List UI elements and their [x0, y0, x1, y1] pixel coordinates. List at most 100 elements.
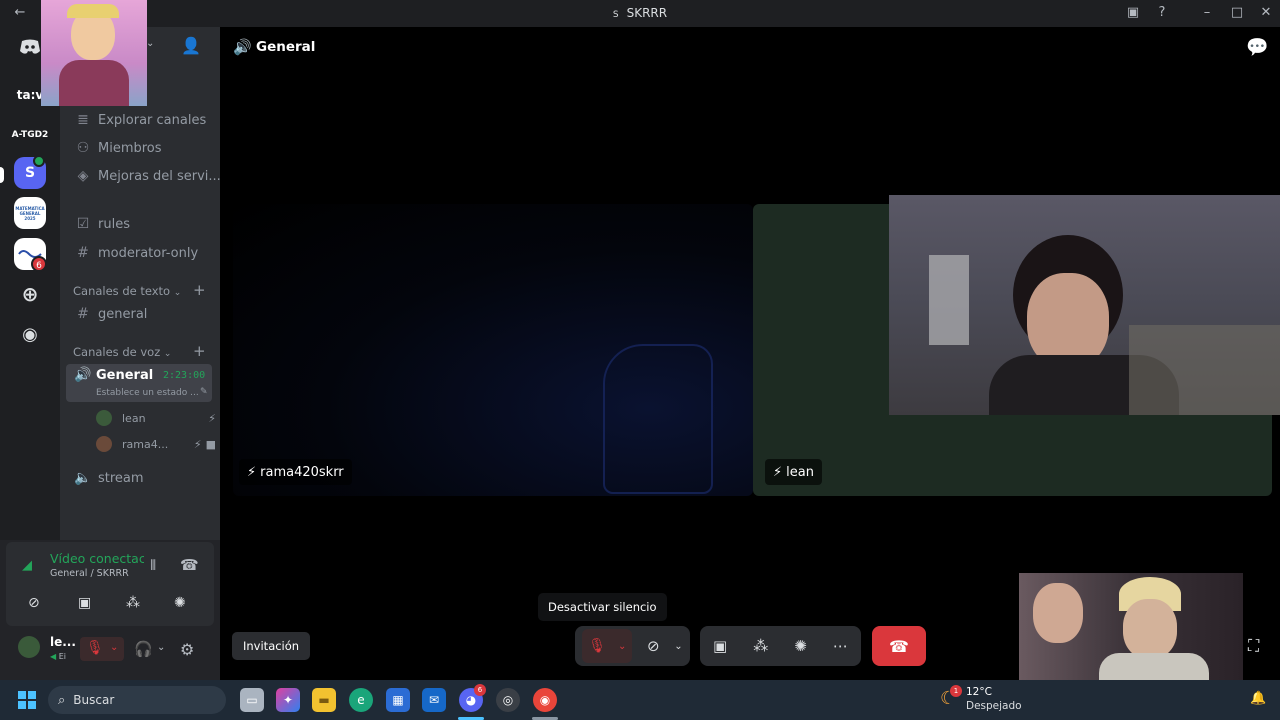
disconnect-icon[interactable]: ☎ [180, 556, 199, 574]
speaker-small-icon: ◀ [50, 652, 57, 661]
hangup-icon: ☎ [889, 636, 909, 656]
activities-icon[interactable]: ⁂ [126, 595, 140, 611]
hash-icon: # [77, 306, 89, 322]
task-view-icon[interactable]: ▭ [240, 688, 264, 712]
server-item-matematica[interactable]: MATEMATICA GENERAL 2025 [14, 197, 46, 229]
tile-label: ⚡ lean [765, 459, 822, 485]
invite-user-icon[interactable]: 👤 [181, 36, 201, 55]
sidebar-item-members[interactable]: ⚇ Miembros [74, 136, 162, 160]
voice-timer: 2:23:00 [163, 370, 206, 381]
voice-status-text[interactable]: Vídeo conectac [50, 551, 144, 566]
camera-off-icon[interactable]: ⊘ [28, 595, 40, 611]
face-shape [1123, 599, 1177, 659]
deafen-icon: ⚡ [193, 437, 202, 451]
weather-badge: 1 [950, 685, 962, 697]
sidebar-item-boosts[interactable]: ◈ Mejoras del servi... [74, 164, 221, 188]
deafen-icon: ⚡ [208, 411, 216, 425]
unmute-button[interactable]: 🎙 ⌄ [582, 629, 633, 663]
tile-name: rama420skrr [260, 464, 344, 480]
windows-start-icon[interactable] [15, 688, 39, 712]
discover-icon[interactable]: ◉ [14, 318, 46, 350]
tile-name: lean [786, 464, 814, 480]
pencil-icon[interactable]: ✎ [200, 387, 208, 397]
face-shape [1033, 583, 1083, 643]
server-item[interactable]: A-TGD2 [10, 119, 50, 151]
soundboard-icon[interactable]: ✺ [174, 595, 186, 611]
sidebar-item-label: Explorar canales [98, 112, 207, 128]
minimize-icon[interactable]: – [1197, 4, 1217, 22]
voice-location[interactable]: General / SKRRR [50, 568, 129, 579]
category-label: Canales de texto [73, 284, 171, 298]
speaker-icon: 🔊 [74, 367, 92, 383]
voice-user-name: rama4... [122, 437, 169, 451]
voice-channel-name: General [96, 368, 154, 383]
screen-share-icon[interactable]: ▣ [713, 637, 727, 655]
chat-bubble-icon[interactable]: 💬 [1246, 37, 1268, 58]
chevron-down-icon[interactable]: ⌄ [146, 38, 154, 49]
user-status: ◀ Ei [50, 652, 66, 661]
voice-channel-stream[interactable]: 🔈 stream [74, 466, 144, 490]
chevron-down-icon[interactable]: ⌄ [157, 642, 165, 653]
more-options-icon[interactable]: ⋯ [833, 637, 848, 655]
hash-icon: # [77, 245, 89, 261]
copilot-icon[interactable]: ✦ [276, 688, 300, 712]
fullscreen-icon[interactable]: ⛶ [1248, 636, 1259, 656]
signal-icon[interactable]: ◢ [22, 558, 32, 573]
weather-temperature[interactable]: 12°C [966, 686, 992, 698]
channel-moderator-only[interactable]: # moderator-only [74, 241, 198, 265]
weather-description[interactable]: Despejado [966, 700, 1022, 712]
app-icon[interactable]: ◎ [496, 688, 520, 712]
taskbar-search[interactable]: ⌕ Buscar [48, 686, 226, 714]
chrome-icon[interactable]: ◉ [533, 688, 557, 712]
avatar[interactable] [18, 636, 40, 658]
voice-status[interactable]: Establece un estado ... [96, 388, 199, 398]
sidebar-item-label: Mejoras del servi... [98, 168, 221, 184]
invite-button[interactable]: Invitación [232, 632, 311, 660]
settings-gear-icon[interactable]: ⚙ [180, 640, 194, 659]
username[interactable]: le... [50, 635, 76, 649]
category-text-channels[interactable]: Canales de texto ⌄ [73, 284, 181, 298]
channel-label: stream [98, 470, 144, 486]
add-server-icon[interactable]: ⊕ [14, 278, 46, 310]
chevron-down-icon[interactable]: ⌄ [674, 641, 682, 652]
notifications-icon[interactable]: 🔔 [1250, 691, 1266, 706]
notification-badge: 6 [474, 684, 486, 696]
store-icon[interactable]: ▦ [386, 688, 410, 712]
disconnect-button[interactable]: ☎ [872, 626, 926, 666]
add-channel-icon[interactable]: + [193, 281, 206, 299]
mute-toggle[interactable]: 🎙 ⌄ [80, 637, 124, 661]
video-tile[interactable]: ⚡ rama420skrr [233, 204, 753, 496]
sidebar-item-explore[interactable]: ≣ Explorar canales [74, 108, 206, 132]
voice-user[interactable]: lean ⚡ [96, 408, 216, 428]
noise-suppression-icon[interactable]: ⦀ [150, 558, 156, 574]
tooltip: Desactivar silencio [538, 593, 667, 621]
help-icon[interactable]: ? [1152, 4, 1172, 22]
members-icon: ⚇ [76, 140, 90, 156]
chevron-down-icon: ⌄ [173, 288, 182, 298]
channel-general[interactable]: # general [74, 302, 147, 326]
close-icon[interactable]: ✕ [1256, 4, 1276, 22]
maximize-icon[interactable]: □ [1227, 4, 1247, 22]
soundboard-icon[interactable]: ✺ [794, 637, 807, 655]
mic-camera-controls: 🎙 ⌄ ⊘ ⌄ [575, 626, 690, 666]
title-bar: ← S SKRRR ▣ ? – □ ✕ [0, 0, 1280, 27]
avatar [96, 410, 112, 426]
speaker-icon: 🔈 [74, 470, 92, 486]
avatar [96, 436, 112, 452]
headphones-icon[interactable]: 🎧 [134, 640, 153, 658]
chair-shape [603, 344, 713, 494]
voice-connection-panel: ◢ Vídeo conectac General / SKRRR ⦀ ☎ ⊘ ▣… [6, 542, 214, 626]
mail-icon[interactable]: ✉ [422, 688, 446, 712]
add-channel-icon[interactable]: + [193, 342, 206, 360]
webcam-overlay [41, 0, 147, 106]
edge-icon[interactable]: e [349, 688, 373, 712]
channel-rules[interactable]: ☑ rules [74, 212, 130, 236]
inbox-icon[interactable]: ▣ [1123, 4, 1143, 22]
category-voice-channels[interactable]: Canales de voz ⌄ [73, 345, 171, 359]
file-explorer-icon[interactable]: ▬ [312, 688, 336, 712]
screen-share-icon[interactable]: ▣ [78, 595, 91, 611]
voice-channel-general[interactable]: 🔊 General 2:23:00 Establece un estado ..… [66, 364, 212, 402]
activities-icon[interactable]: ⁂ [753, 637, 768, 655]
voice-user[interactable]: rama4... ⚡ ■ [96, 434, 216, 454]
camera-off-icon[interactable]: ⊘ [647, 637, 660, 655]
